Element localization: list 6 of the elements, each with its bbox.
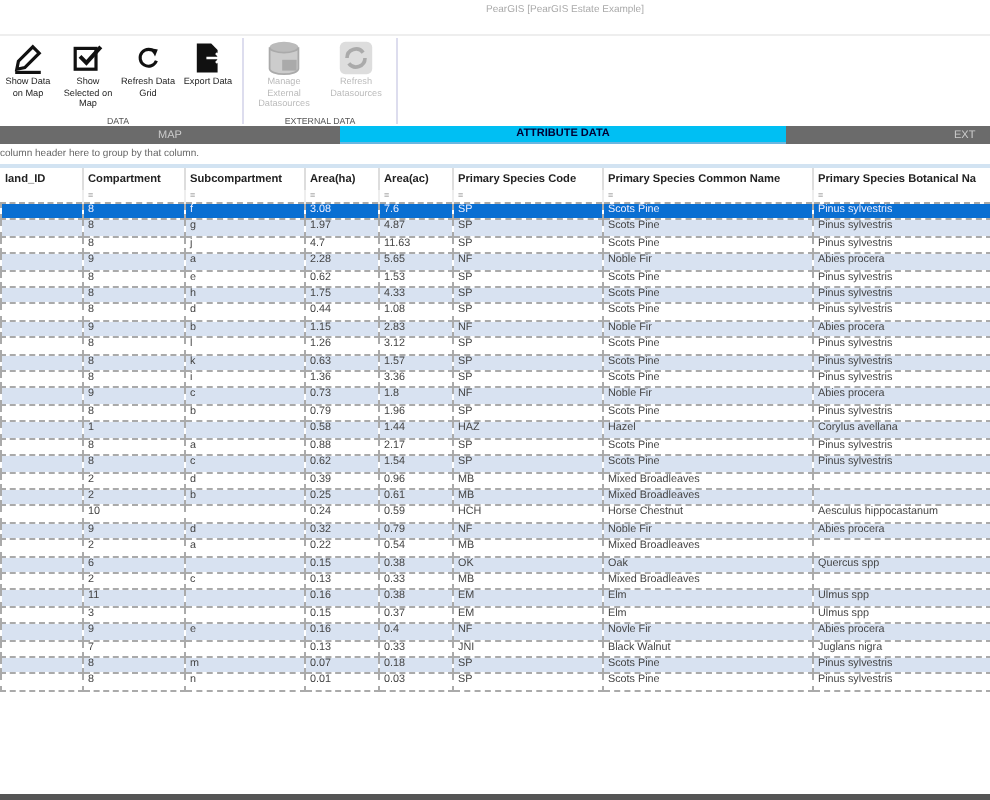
sync-icon — [338, 39, 374, 75]
database-icon — [266, 39, 302, 75]
checkbox-icon — [72, 41, 104, 73]
refresh-icon — [134, 43, 162, 71]
pencil-icon — [12, 41, 44, 73]
document-arrow-icon — [192, 41, 224, 73]
